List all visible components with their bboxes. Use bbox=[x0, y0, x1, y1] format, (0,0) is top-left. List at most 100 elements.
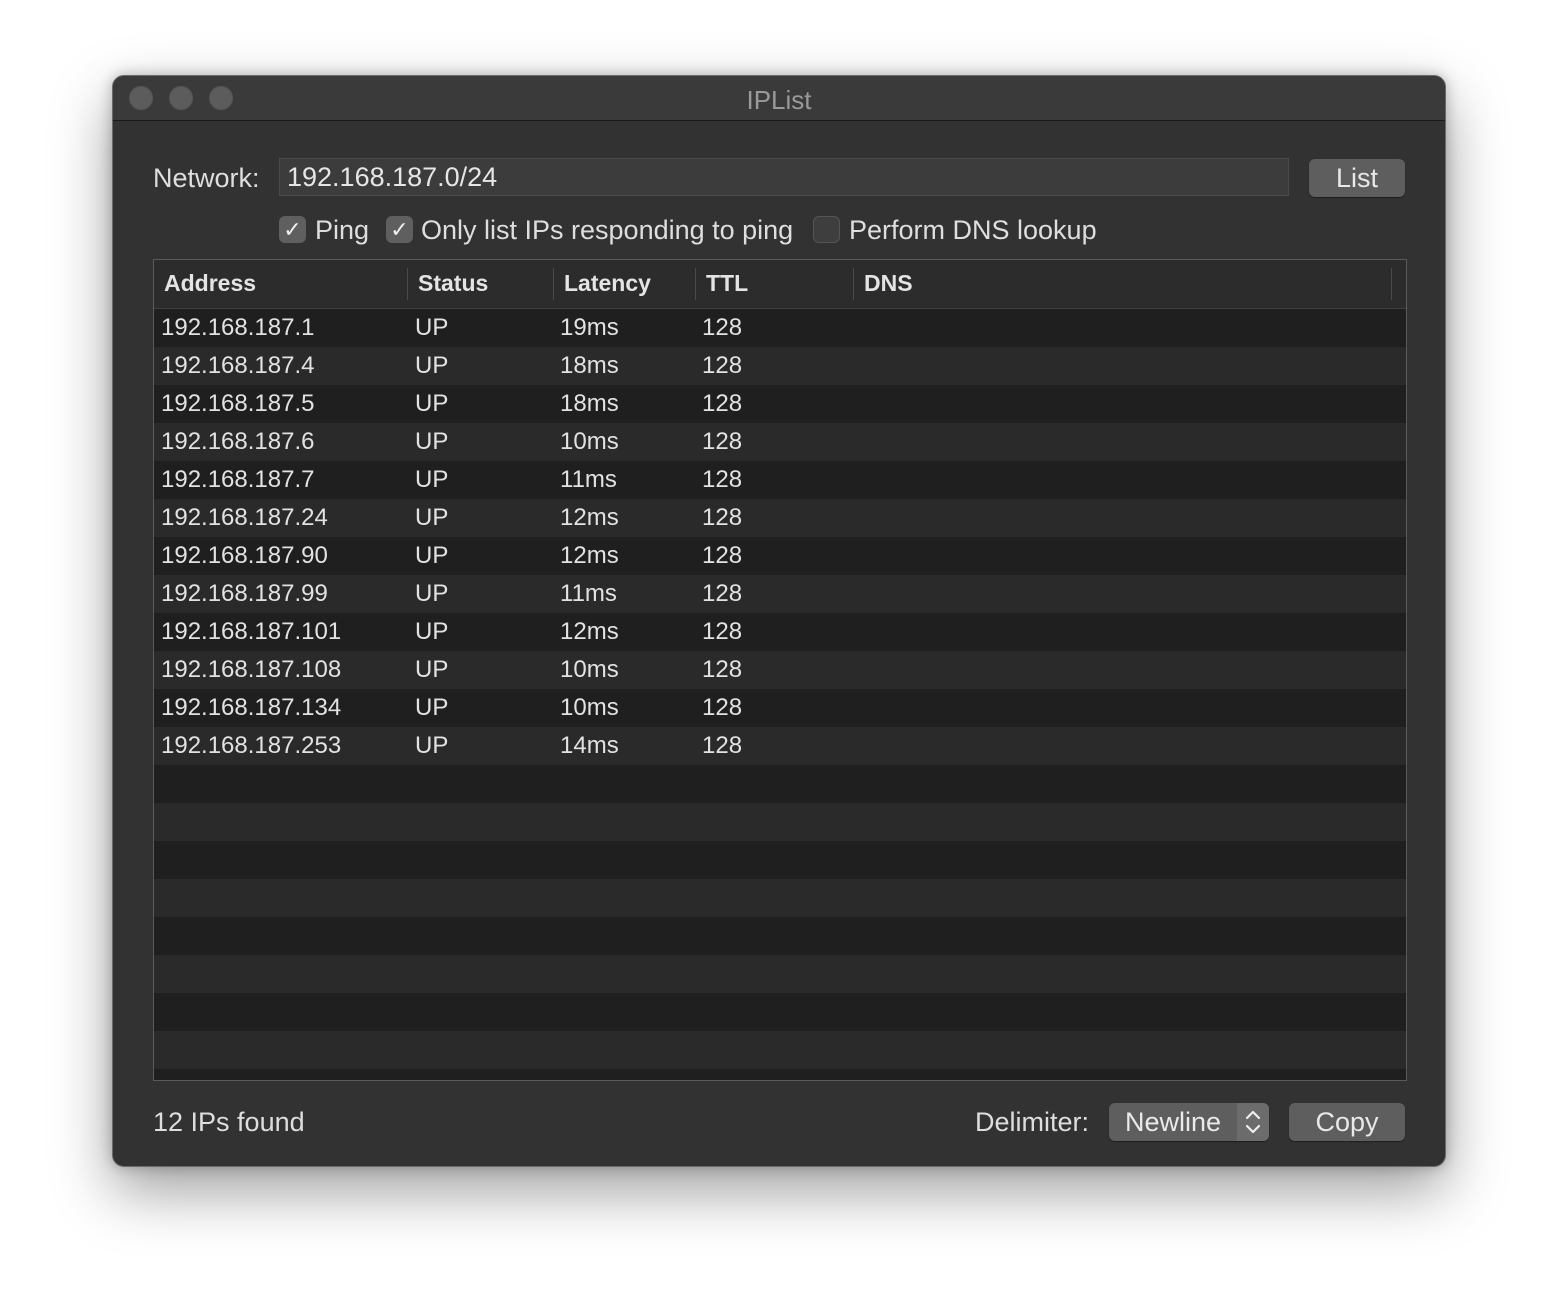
status-cell: UP bbox=[415, 314, 449, 341]
checkmark-icon: ✓ bbox=[390, 217, 409, 242]
status-text: 12 IPs found bbox=[153, 1107, 305, 1137]
status-cell: UP bbox=[415, 580, 449, 607]
checkmark-icon: ✓ bbox=[283, 217, 302, 242]
address-cell: 192.168.187.253 bbox=[161, 732, 342, 759]
table-row[interactable]: 192.168.187.5 UP 18ms 128 bbox=[154, 385, 1406, 423]
column-divider bbox=[1391, 268, 1392, 300]
app-window: IPList Network: 192.168.187.0/24 List ✓ … bbox=[112, 75, 1446, 1167]
empty-row bbox=[154, 993, 1406, 1031]
table-row[interactable]: 192.168.187.24 UP 12ms 128 bbox=[154, 499, 1406, 537]
status-cell: UP bbox=[415, 694, 449, 721]
delimiter-label: Delimiter: bbox=[975, 1107, 1090, 1137]
ttl-cell: 128 bbox=[702, 580, 743, 607]
latency-cell: 14ms bbox=[560, 732, 619, 759]
table-header: Address Status Latency TTL DNS bbox=[154, 260, 1406, 309]
table-row[interactable]: 192.168.187.253 UP 14ms 128 bbox=[154, 727, 1406, 765]
ttl-cell: 128 bbox=[702, 352, 743, 379]
address-cell: 192.168.187.7 bbox=[161, 466, 315, 493]
address-cell: 192.168.187.6 bbox=[161, 428, 315, 455]
dns-lookup-checkbox[interactable] bbox=[813, 216, 840, 243]
address-cell: 192.168.187.90 bbox=[161, 542, 328, 569]
column-header-ttl[interactable]: TTL bbox=[698, 260, 854, 308]
table-row[interactable]: 192.168.187.99 UP 11ms 128 bbox=[154, 575, 1406, 613]
empty-row bbox=[154, 765, 1406, 803]
ping-checkbox[interactable]: ✓ bbox=[279, 216, 306, 243]
latency-cell: 12ms bbox=[560, 618, 619, 645]
column-header-latency[interactable]: Latency bbox=[556, 260, 696, 308]
results-table[interactable]: Address Status Latency TTL DNS 192.168.1… bbox=[153, 259, 1407, 1081]
table-row[interactable]: 192.168.187.6 UP 10ms 128 bbox=[154, 423, 1406, 461]
table-row[interactable]: 192.168.187.90 UP 12ms 128 bbox=[154, 537, 1406, 575]
ttl-cell: 128 bbox=[702, 656, 743, 683]
ttl-cell: 128 bbox=[702, 504, 743, 531]
up-down-chevron-icon bbox=[1237, 1103, 1269, 1141]
column-header-status[interactable]: Status bbox=[410, 260, 554, 308]
status-cell: UP bbox=[415, 542, 449, 569]
column-divider bbox=[853, 268, 854, 300]
latency-cell: 12ms bbox=[560, 504, 619, 531]
only-responding-label: Only list IPs responding to ping bbox=[421, 215, 794, 245]
table-row[interactable]: 192.168.187.1 UP 19ms 128 bbox=[154, 309, 1406, 347]
title-bar: IPList bbox=[113, 76, 1445, 121]
address-cell: 192.168.187.1 bbox=[161, 314, 315, 341]
address-cell: 192.168.187.134 bbox=[161, 694, 342, 721]
ttl-cell: 128 bbox=[702, 428, 743, 455]
empty-row bbox=[154, 917, 1406, 955]
column-divider bbox=[407, 268, 408, 300]
column-divider bbox=[695, 268, 696, 300]
empty-row bbox=[154, 1031, 1406, 1069]
latency-cell: 18ms bbox=[560, 352, 619, 379]
status-cell: UP bbox=[415, 352, 449, 379]
empty-row bbox=[154, 879, 1406, 917]
table-row[interactable]: 192.168.187.101 UP 12ms 128 bbox=[154, 613, 1406, 651]
latency-cell: 18ms bbox=[560, 390, 619, 417]
empty-row bbox=[154, 1069, 1406, 1080]
status-cell: UP bbox=[415, 618, 449, 645]
status-cell: UP bbox=[415, 504, 449, 531]
list-button[interactable]: List bbox=[1309, 159, 1405, 197]
table-row[interactable]: 192.168.187.7 UP 11ms 128 bbox=[154, 461, 1406, 499]
empty-row bbox=[154, 803, 1406, 841]
table-row[interactable]: 192.168.187.4 UP 18ms 128 bbox=[154, 347, 1406, 385]
empty-row bbox=[154, 955, 1406, 993]
dns-lookup-label: Perform DNS lookup bbox=[849, 215, 1097, 245]
ttl-cell: 128 bbox=[702, 732, 743, 759]
table-row[interactable]: 192.168.187.134 UP 10ms 128 bbox=[154, 689, 1406, 727]
ttl-cell: 128 bbox=[702, 694, 743, 721]
table-row[interactable]: 192.168.187.108 UP 10ms 128 bbox=[154, 651, 1406, 689]
only-responding-checkbox[interactable]: ✓ bbox=[386, 216, 413, 243]
delimiter-popup[interactable]: Newline bbox=[1109, 1103, 1269, 1141]
ttl-cell: 128 bbox=[702, 618, 743, 645]
address-cell: 192.168.187.5 bbox=[161, 390, 315, 417]
column-header-dns[interactable]: DNS bbox=[856, 260, 1386, 308]
ttl-cell: 128 bbox=[702, 466, 743, 493]
address-cell: 192.168.187.4 bbox=[161, 352, 315, 379]
address-cell: 192.168.187.101 bbox=[161, 618, 342, 645]
latency-cell: 10ms bbox=[560, 428, 619, 455]
latency-cell: 12ms bbox=[560, 542, 619, 569]
status-cell: UP bbox=[415, 428, 449, 455]
status-cell: UP bbox=[415, 732, 449, 759]
ping-label: Ping bbox=[315, 215, 370, 245]
status-cell: UP bbox=[415, 390, 449, 417]
empty-row bbox=[154, 841, 1406, 879]
address-cell: 192.168.187.108 bbox=[161, 656, 342, 683]
network-label: Network: bbox=[153, 163, 260, 193]
copy-button[interactable]: Copy bbox=[1289, 1103, 1405, 1141]
latency-cell: 19ms bbox=[560, 314, 619, 341]
ttl-cell: 128 bbox=[702, 542, 743, 569]
ttl-cell: 128 bbox=[702, 314, 743, 341]
latency-cell: 10ms bbox=[560, 656, 619, 683]
latency-cell: 10ms bbox=[560, 694, 619, 721]
status-cell: UP bbox=[415, 656, 449, 683]
address-cell: 192.168.187.24 bbox=[161, 504, 328, 531]
latency-cell: 11ms bbox=[560, 580, 617, 607]
status-cell: UP bbox=[415, 466, 449, 493]
delimiter-value: Newline bbox=[1125, 1107, 1222, 1137]
network-input[interactable]: 192.168.187.0/24 bbox=[279, 158, 1289, 196]
column-header-address[interactable]: Address bbox=[156, 260, 408, 308]
address-cell: 192.168.187.99 bbox=[161, 580, 328, 607]
ttl-cell: 128 bbox=[702, 390, 743, 417]
latency-cell: 11ms bbox=[560, 466, 617, 493]
table-body: 192.168.187.1 UP 19ms 128 192.168.187.4 … bbox=[154, 309, 1406, 1080]
